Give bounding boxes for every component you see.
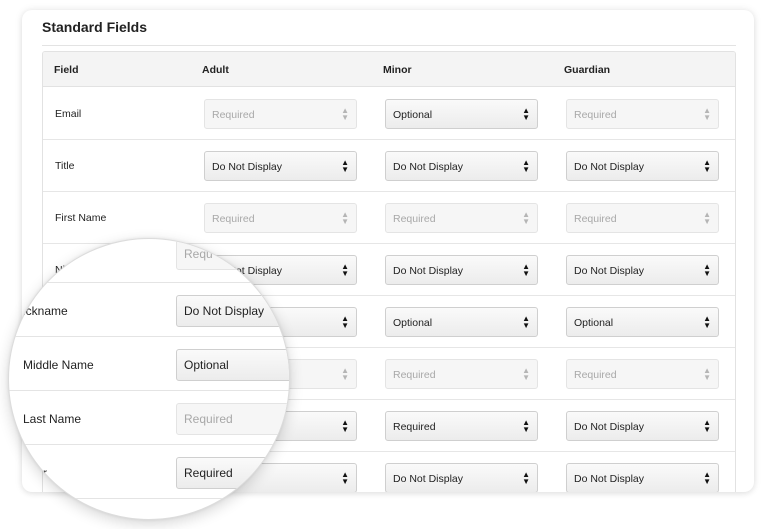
guardian-select[interactable]: Do Not Display ▲ ▼ bbox=[566, 151, 719, 181]
magnified-select[interactable]: Do Not Display bbox=[176, 295, 289, 327]
field-label: Title bbox=[55, 160, 75, 172]
updown-arrows-icon: ▲ ▼ bbox=[703, 418, 711, 434]
updown-arrows-icon: ▲ ▼ bbox=[341, 470, 349, 486]
magnified-row-spacer bbox=[9, 239, 289, 283]
updown-arrows-icon: ▲ ▼ bbox=[341, 210, 349, 226]
updown-arrows-icon: ▲ ▼ bbox=[341, 106, 349, 122]
updown-arrows-icon: ▲ ▼ bbox=[703, 470, 711, 486]
magnified-row: Last Name Required bbox=[9, 391, 289, 445]
updown-arrows-icon: ▲ ▼ bbox=[703, 262, 711, 278]
guardian-select-value: Do Not Display bbox=[574, 265, 645, 277]
adult-select-value: Required bbox=[212, 109, 255, 121]
table-header: Field Adult Minor Guardian bbox=[43, 52, 735, 87]
updown-arrows-icon: ▲ ▼ bbox=[522, 366, 530, 382]
field-label: First Name bbox=[55, 212, 107, 224]
minor-select[interactable]: Optional ▲ ▼ bbox=[385, 99, 538, 129]
adult-select-value: Required bbox=[212, 213, 255, 225]
guardian-select-value: Required bbox=[574, 109, 617, 121]
minor-select[interactable]: Do Not Display ▲ ▼ bbox=[385, 151, 538, 181]
column-header-minor: Minor bbox=[383, 64, 412, 76]
minor-select: Required ▲ ▼ bbox=[385, 359, 538, 389]
table-row: Title Do Not Display ▲ ▼ Do Not Display ▲ ▼ Do … bbox=[43, 140, 735, 192]
section-title: Standard Fields bbox=[42, 19, 148, 35]
minor-select[interactable]: Optional ▲ ▼ bbox=[385, 307, 538, 337]
minor-select-value: Optional bbox=[393, 317, 433, 329]
minor-select[interactable]: Required ▲ ▼ bbox=[385, 411, 538, 441]
magnified-field-label: ickname bbox=[23, 304, 68, 318]
minor-select-value: Required bbox=[393, 369, 436, 381]
minor-select-value: Do Not Display bbox=[393, 473, 464, 485]
adult-select-value: Do Not Display bbox=[212, 161, 283, 173]
guardian-select: Required ▲ ▼ bbox=[566, 203, 719, 233]
magnified-row: Middle Name Optional bbox=[9, 337, 289, 391]
column-header-guardian: Guardian bbox=[564, 64, 611, 76]
updown-arrows-icon: ▲ ▼ bbox=[522, 470, 530, 486]
adult-select[interactable]: Do Not Display ▲ ▼ bbox=[204, 151, 357, 181]
magnifier-lens: Requ ickname Do Not Display Middle Name Opt… bbox=[8, 238, 290, 520]
updown-arrows-icon: ▲ ▼ bbox=[522, 106, 530, 122]
guardian-select[interactable]: Do Not Display ▲ ▼ bbox=[566, 411, 719, 441]
magnified-row: nder Required bbox=[9, 445, 289, 499]
column-header-field: Field bbox=[54, 64, 79, 76]
updown-arrows-icon: ▲ ▼ bbox=[341, 262, 349, 278]
guardian-select-value: Do Not Display bbox=[574, 473, 645, 485]
updown-arrows-icon: ▲ ▼ bbox=[522, 210, 530, 226]
updown-arrows-icon: ▲ ▼ bbox=[341, 418, 349, 434]
updown-arrows-icon: ▲ ▼ bbox=[522, 158, 530, 174]
table-row: Email Required ▲ ▼ Optional ▲ ▼ Required ▲ ▼ bbox=[43, 88, 735, 140]
magnified-field-label: Last Name bbox=[23, 412, 82, 426]
magnified-row: ickname Do Not Display bbox=[9, 283, 289, 337]
minor-select-value: Do Not Display bbox=[393, 161, 464, 173]
magnified-select: Required bbox=[176, 403, 289, 435]
minor-select[interactable]: Do Not Display ▲ ▼ bbox=[385, 463, 538, 492]
guardian-select[interactable]: Do Not Display ▲ ▼ bbox=[566, 463, 719, 492]
updown-arrows-icon: ▲ ▼ bbox=[341, 314, 349, 330]
magnified-select-value: Do Not Display bbox=[184, 304, 265, 318]
magnified-select-value: Required bbox=[184, 466, 233, 480]
adult-select: Required ▲ ▼ bbox=[204, 99, 357, 129]
magnified-select[interactable]: Optional bbox=[176, 349, 289, 381]
magnified-select-value: Optional bbox=[184, 358, 229, 372]
adult-select: Required ▲ ▼ bbox=[204, 203, 357, 233]
updown-arrows-icon: ▲ ▼ bbox=[703, 106, 711, 122]
column-header-adult: Adult bbox=[202, 64, 229, 76]
updown-arrows-icon: ▲ ▼ bbox=[703, 314, 711, 330]
updown-arrows-icon: ▲ ▼ bbox=[522, 418, 530, 434]
minor-select-value: Required bbox=[393, 421, 436, 433]
minor-select[interactable]: Do Not Display ▲ ▼ bbox=[385, 255, 538, 285]
updown-arrows-icon: ▲ ▼ bbox=[522, 262, 530, 278]
guardian-select-value: Optional bbox=[574, 317, 614, 329]
guardian-select-value: Do Not Display bbox=[574, 421, 645, 433]
updown-arrows-icon: ▲ ▼ bbox=[522, 314, 530, 330]
field-label: Email bbox=[55, 108, 82, 120]
guardian-select-value: Required bbox=[574, 213, 617, 225]
magnified-field-label: nder bbox=[23, 466, 48, 480]
magnified-select-value: Required bbox=[184, 412, 233, 426]
minor-select: Required ▲ ▼ bbox=[385, 203, 538, 233]
minor-select-value: Optional bbox=[393, 109, 433, 121]
magnified-select[interactable]: Required bbox=[176, 457, 289, 489]
updown-arrows-icon: ▲ ▼ bbox=[703, 158, 711, 174]
table-row: First Name Required ▲ ▼ Required ▲ ▼ Required ▲ ▼ bbox=[43, 192, 735, 244]
minor-select-value: Required bbox=[393, 213, 436, 225]
guardian-select[interactable]: Do Not Display ▲ ▼ bbox=[566, 255, 719, 285]
guardian-select-value: Required bbox=[574, 369, 617, 381]
updown-arrows-icon: ▲ ▼ bbox=[341, 158, 349, 174]
guardian-select: Required ▲ ▼ bbox=[566, 359, 719, 389]
updown-arrows-icon: ▲ ▼ bbox=[703, 366, 711, 382]
updown-arrows-icon: ▲ ▼ bbox=[703, 210, 711, 226]
updown-arrows-icon: ▲ ▼ bbox=[341, 366, 349, 382]
title-divider bbox=[42, 45, 736, 46]
minor-select-value: Do Not Display bbox=[393, 265, 464, 277]
guardian-select-value: Do Not Display bbox=[574, 161, 645, 173]
magnified-field-label: Middle Name bbox=[23, 358, 94, 372]
guardian-select[interactable]: Optional ▲ ▼ bbox=[566, 307, 719, 337]
guardian-select: Required ▲ ▼ bbox=[566, 99, 719, 129]
